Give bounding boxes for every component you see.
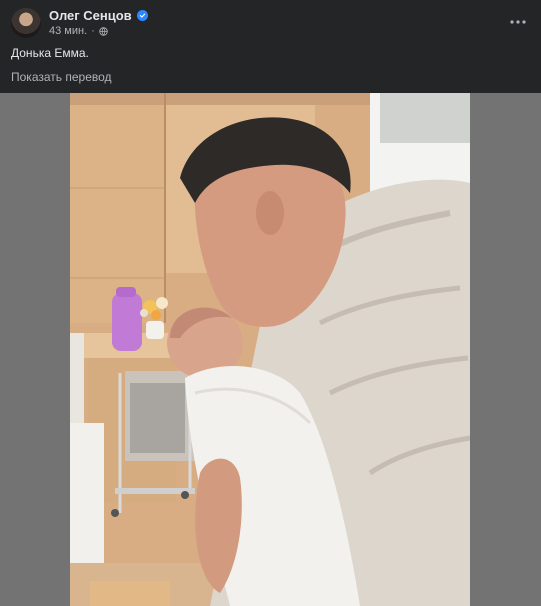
author-name[interactable]: Олег Сенцов <box>49 8 132 23</box>
post-meta: 43 мин. · <box>49 25 108 37</box>
post-header: Олег Сенцов 43 мин. · <box>0 0 541 44</box>
post-text: Донька Емма. <box>11 46 89 60</box>
post-timestamp[interactable]: 43 мин. <box>49 25 87 37</box>
facebook-post: Олег Сенцов 43 мин. · Донька Емма. Показ… <box>0 0 541 606</box>
more-options-icon[interactable] <box>507 12 529 32</box>
meta-separator: · <box>91 25 95 37</box>
verified-badge-icon <box>136 10 148 21</box>
show-translation-link[interactable]: Показать перевод <box>11 70 112 84</box>
author-avatar[interactable] <box>11 8 41 38</box>
post-media <box>0 93 541 606</box>
post-photo[interactable] <box>70 93 470 606</box>
author-line: Олег Сенцов <box>49 8 148 23</box>
globe-icon[interactable] <box>99 26 108 36</box>
